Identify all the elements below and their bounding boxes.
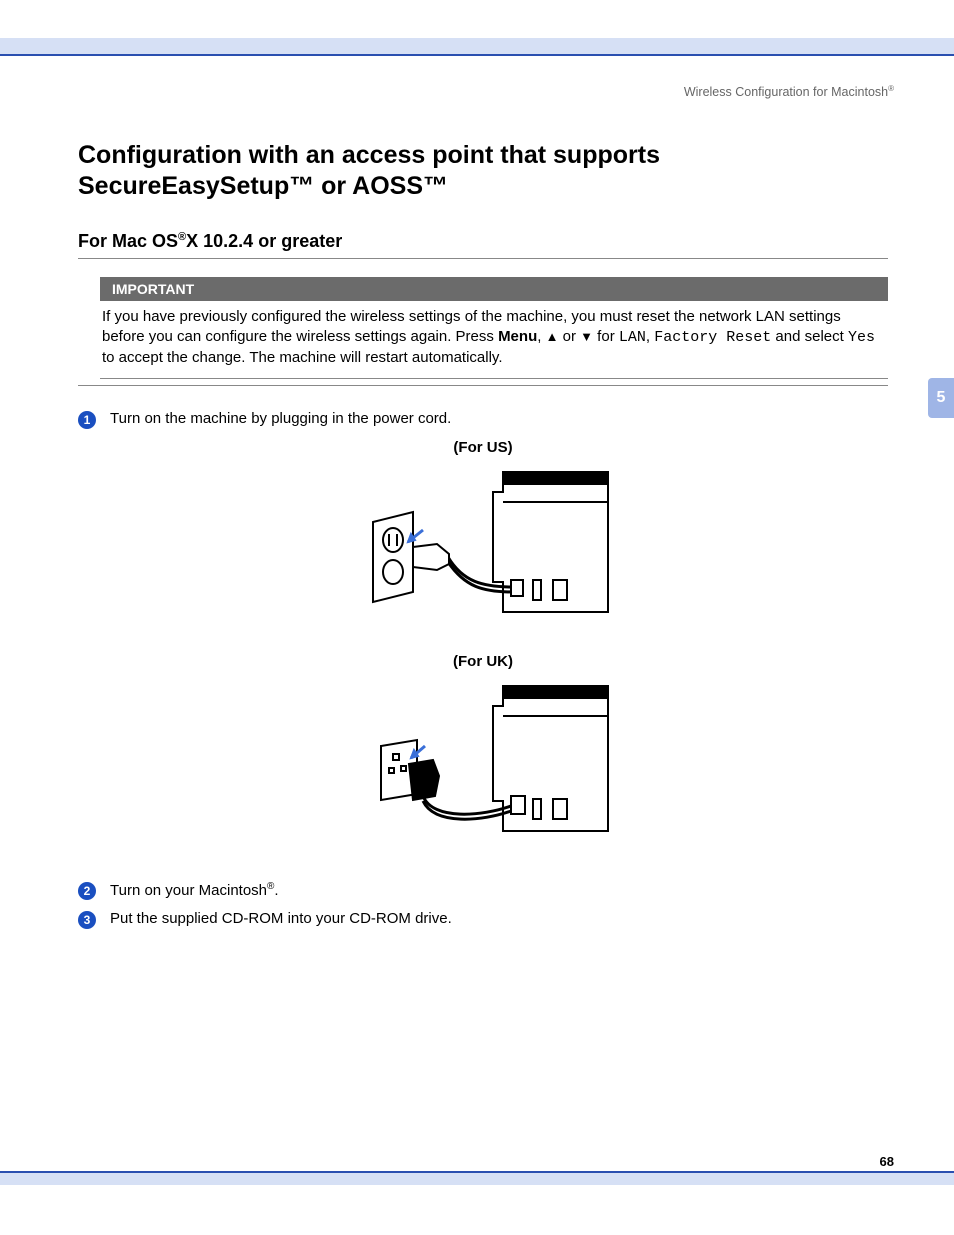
step-3-text: Put the supplied CD-ROM into your CD-ROM…: [110, 910, 452, 927]
registered-mark: ®: [888, 84, 894, 93]
chapter-tab: 5: [928, 378, 954, 418]
figure-uk-illustration: [353, 676, 613, 851]
figure-us-caption: (For US): [78, 439, 888, 456]
running-head-text: Wireless Configuration for Macintosh: [684, 85, 888, 99]
important-callout: IMPORTANT If you have previously configu…: [100, 277, 888, 380]
important-header: IMPORTANT: [100, 277, 888, 301]
step-2-pre: Turn on your Macintosh: [110, 882, 267, 899]
lan-mono: LAN: [619, 329, 646, 346]
step-bullet-2: 2: [78, 882, 96, 900]
step-1: 1 Turn on the machine by plugging in the…: [78, 410, 888, 429]
page-title: Configuration with an access point that …: [78, 140, 888, 203]
important-label: IMPORTANT: [112, 281, 194, 297]
important-body: If you have previously configured the wi…: [100, 301, 888, 380]
arrow-down-icon: ▼: [580, 329, 593, 344]
for-text: for: [593, 328, 619, 345]
section-subtitle: For Mac OS®X 10.2.4 or greater: [78, 231, 888, 259]
sep2: ,: [646, 328, 654, 345]
figure-us: (For US): [78, 439, 888, 627]
step-3: 3 Put the supplied CD-ROM into your CD-R…: [78, 910, 888, 929]
steps-list: 1 Turn on the machine by plugging in the…: [78, 410, 888, 929]
subtitle-pre: For Mac OS: [78, 231, 178, 251]
yes-mono: Yes: [848, 329, 875, 346]
sep1: ,: [537, 328, 545, 345]
and-select: and select: [771, 328, 848, 345]
arrow-up-icon: ▲: [546, 329, 559, 344]
top-decorative-rule: [0, 38, 954, 56]
bottom-decorative-rule: [0, 1171, 954, 1185]
step-2-text: Turn on your Macintosh®.: [110, 881, 279, 899]
divider: [78, 385, 888, 386]
or-text: or: [558, 328, 580, 345]
step-1-text: Turn on the machine by plugging in the p…: [110, 410, 451, 427]
main-content: Configuration with an access point that …: [78, 140, 888, 939]
step-bullet-1: 1: [78, 411, 96, 429]
running-head: Wireless Configuration for Macintosh®: [684, 84, 894, 99]
menu-key: Menu: [498, 328, 537, 345]
figure-uk: (For UK): [78, 653, 888, 851]
subtitle-post: X 10.2.4 or greater: [186, 231, 342, 251]
subtitle-sup: ®: [178, 231, 186, 243]
page-number: 68: [880, 1154, 894, 1169]
step-2: 2 Turn on your Macintosh®.: [78, 881, 888, 900]
factory-reset-mono: Factory Reset: [654, 329, 771, 346]
figure-us-illustration: [353, 462, 613, 627]
step-bullet-3: 3: [78, 911, 96, 929]
step-2-post: .: [274, 882, 278, 899]
important-body-post: to accept the change. The machine will r…: [102, 349, 502, 366]
figure-uk-caption: (For UK): [78, 653, 888, 670]
